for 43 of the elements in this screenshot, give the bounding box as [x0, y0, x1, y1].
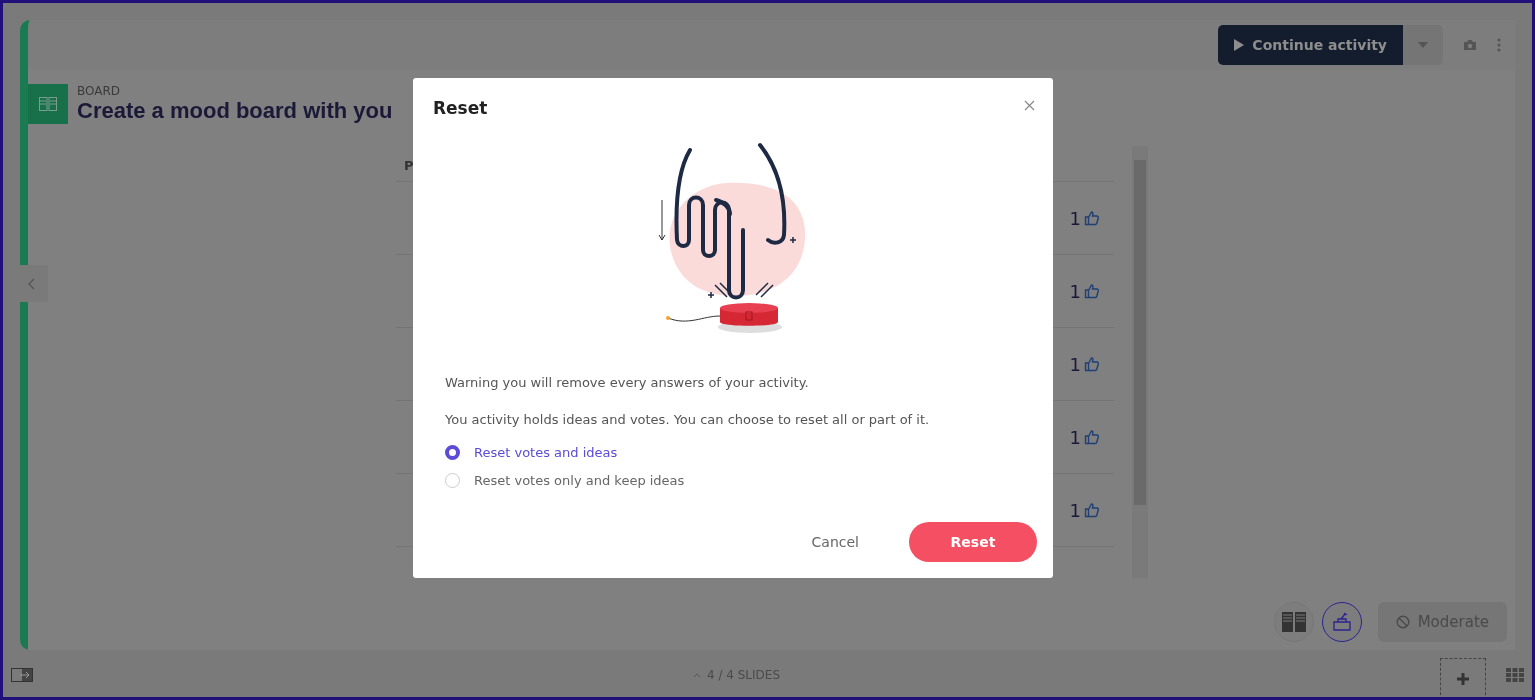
- reset-button[interactable]: Reset: [909, 522, 1037, 562]
- reset-option[interactable]: Reset votes and ideas: [445, 445, 1037, 460]
- camera-icon: [1463, 39, 1477, 51]
- columns-icon: [1281, 612, 1306, 632]
- vote-count: 1: [1069, 426, 1081, 448]
- kebab-menu-icon: [1497, 38, 1501, 52]
- vote-count: 1: [1069, 207, 1081, 229]
- grid-icon[interactable]: [1506, 668, 1524, 682]
- thumbs-up-icon: [1084, 283, 1100, 299]
- reset-option[interactable]: Reset votes only and keep ideas: [445, 473, 1037, 488]
- close-button[interactable]: [1022, 98, 1037, 113]
- activity-type-label: BOARD: [77, 84, 122, 98]
- close-icon: [1024, 100, 1035, 111]
- camera-button[interactable]: [1463, 39, 1477, 51]
- cancel-button[interactable]: Cancel: [803, 522, 867, 562]
- board-icon: [39, 97, 57, 111]
- reset-tool-button[interactable]: [1321, 602, 1362, 642]
- prohibited-icon: [1395, 615, 1410, 629]
- board-view-button[interactable]: [1273, 602, 1314, 642]
- activity-title: Create a mood board with you: [77, 98, 393, 124]
- option-label: Reset votes and ideas: [474, 445, 618, 460]
- thumbs-up-icon: [1084, 210, 1100, 226]
- thumbs-up-icon: [1084, 356, 1100, 372]
- warning-text: Warning you will remove every answers of your activity.: [445, 375, 810, 390]
- chevron-up-icon: [692, 672, 701, 678]
- vote-count: 1: [1069, 353, 1081, 375]
- option-label: Reset votes only and keep ideas: [474, 473, 685, 488]
- plus-icon: [1457, 673, 1469, 685]
- vote-count: 1: [1069, 280, 1081, 302]
- exit-icon: [11, 668, 33, 682]
- add-slide-button[interactable]: [1440, 658, 1486, 697]
- thumbs-up-icon: [1084, 429, 1100, 445]
- dialog-title: Reset: [433, 98, 488, 118]
- thumbs-up-icon: [1084, 502, 1100, 518]
- continue-activity-button[interactable]: Continue activity: [1218, 25, 1403, 65]
- description-text: You activity holds ideas and votes. You can choose to reset all or part of it.: [445, 412, 931, 427]
- more-options-button[interactable]: [1497, 38, 1501, 52]
- caret-down-icon: [1418, 42, 1428, 48]
- chevron-left-icon: [27, 277, 35, 290]
- play-icon: [1234, 39, 1245, 51]
- radio-button[interactable]: [445, 445, 460, 460]
- vote-count: 1: [1069, 499, 1081, 521]
- button-press-icon: [1331, 612, 1352, 632]
